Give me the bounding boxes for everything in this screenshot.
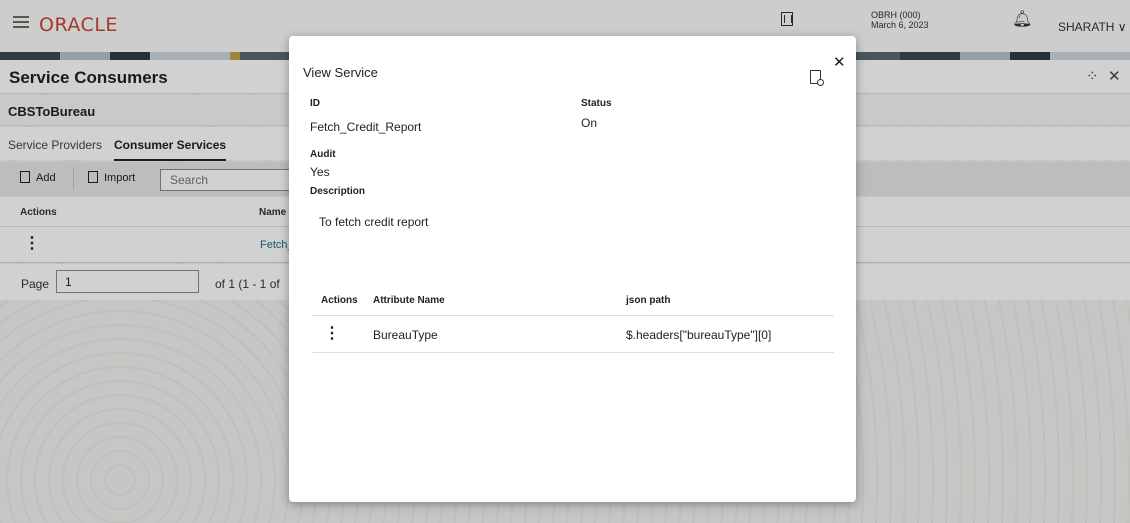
view-service-dialog: View Service ✕ ID Fetch_Credit_Report St… bbox=[289, 36, 856, 502]
description-value: To fetch credit report bbox=[319, 215, 429, 229]
column-attribute-name: Attribute Name bbox=[373, 295, 445, 306]
id-label: ID bbox=[310, 98, 320, 109]
table-divider bbox=[312, 352, 834, 353]
close-icon[interactable]: ✕ bbox=[833, 53, 846, 71]
description-label: Description bbox=[310, 186, 366, 197]
dialog-title: View Service bbox=[303, 65, 378, 80]
id-value: Fetch_Credit_Report bbox=[310, 120, 422, 134]
audit-label: Audit bbox=[310, 149, 336, 160]
column-json-path: json path bbox=[626, 295, 671, 306]
json-path-cell: $.headers["bureauType"][0] bbox=[626, 328, 772, 342]
audit-value: Yes bbox=[310, 165, 330, 179]
status-label: Status bbox=[581, 98, 612, 109]
kebab-menu-icon[interactable]: ⋮ bbox=[324, 326, 340, 342]
document-edit-icon[interactable] bbox=[810, 70, 824, 86]
attribute-name-cell: BureauType bbox=[373, 328, 438, 342]
column-actions: Actions bbox=[321, 295, 358, 306]
status-value: On bbox=[581, 116, 598, 130]
table-divider bbox=[312, 315, 834, 316]
